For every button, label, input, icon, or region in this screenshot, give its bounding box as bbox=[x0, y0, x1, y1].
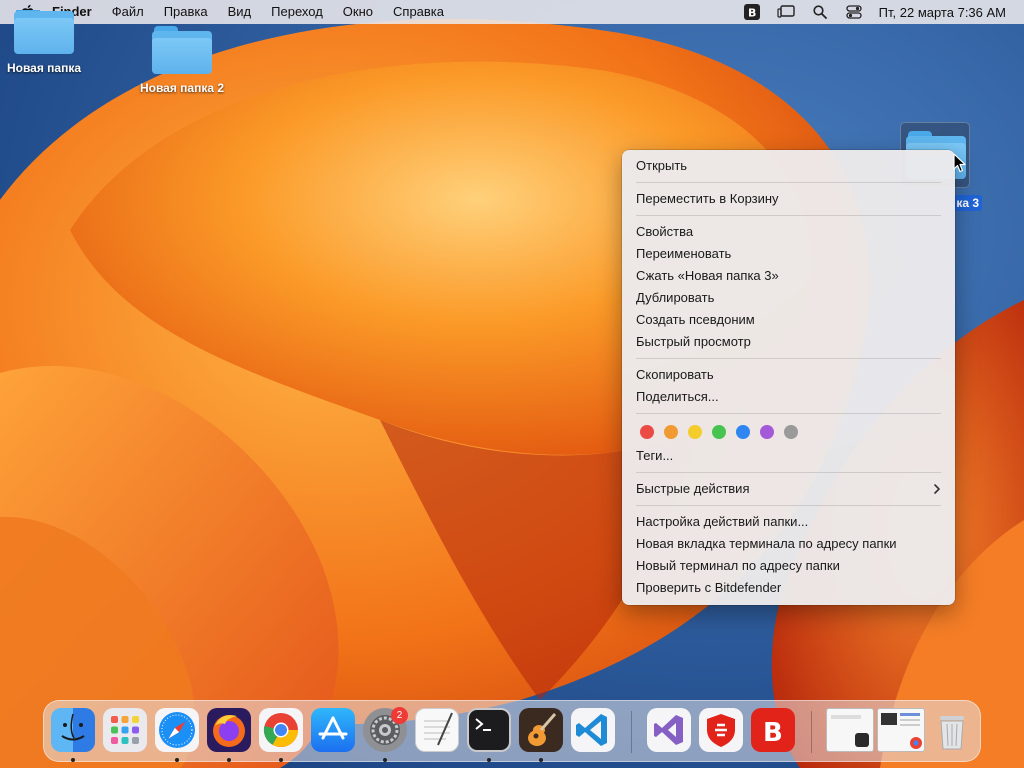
menu-separator bbox=[636, 472, 941, 473]
menu-bar: Finder Файл Правка Вид Переход Окно Спра… bbox=[0, 0, 1024, 24]
menu-item-new-terminal-tab[interactable]: Новая вкладка терминала по адресу папки bbox=[622, 533, 955, 555]
menu-item-new-terminal[interactable]: Новый терминал по адресу папки bbox=[622, 555, 955, 577]
svg-text:B: B bbox=[763, 718, 783, 748]
menu-item-share[interactable]: Поделиться... bbox=[622, 386, 955, 408]
app-store-icon[interactable] bbox=[311, 708, 355, 752]
desktop-folder-new-folder[interactable]: Новая папка bbox=[0, 10, 99, 77]
tag-blue-dot[interactable] bbox=[736, 425, 750, 439]
firefox-icon[interactable] bbox=[207, 708, 251, 752]
minimized-chrome-window-icon[interactable] bbox=[877, 708, 925, 752]
menu-item-scan-bitdefender[interactable]: Проверить с Bitdefender bbox=[622, 577, 955, 599]
menu-edit[interactable]: Правка bbox=[154, 0, 218, 24]
folder-label: Новая папка bbox=[6, 61, 82, 75]
menu-view[interactable]: Вид bbox=[218, 0, 262, 24]
menu-item-rename[interactable]: Переименовать bbox=[622, 243, 955, 265]
menu-item-quick-actions[interactable]: Быстрые действия bbox=[622, 478, 955, 500]
running-indicator bbox=[175, 758, 179, 762]
mouse-cursor-icon bbox=[953, 153, 966, 173]
menu-item-tags[interactable]: Теги... bbox=[622, 445, 955, 467]
minimized-window-icon[interactable] bbox=[826, 708, 874, 752]
bitdefender-status-icon[interactable]: B bbox=[735, 0, 769, 24]
running-indicator bbox=[227, 758, 231, 762]
running-indicator bbox=[279, 758, 283, 762]
terminal-icon[interactable] bbox=[467, 708, 511, 752]
tag-red-dot[interactable] bbox=[640, 425, 654, 439]
menu-separator bbox=[636, 413, 941, 414]
svg-text:B: B bbox=[748, 7, 756, 20]
trash-icon[interactable] bbox=[930, 708, 974, 752]
notification-badge: 2 bbox=[391, 707, 408, 724]
spotlight-search-icon[interactable] bbox=[803, 0, 837, 24]
chrome-icon[interactable] bbox=[259, 708, 303, 752]
dock-divider bbox=[811, 711, 812, 753]
running-indicator bbox=[383, 758, 387, 762]
menu-separator bbox=[636, 182, 941, 183]
menu-bar-clock[interactable]: Пт, 22 марта 7:36 AM bbox=[871, 5, 1024, 20]
context-menu: Открыть Переместить в Корзину Свойства П… bbox=[622, 150, 955, 605]
menu-item-quick-look[interactable]: Быстрый просмотр bbox=[622, 331, 955, 353]
folder-icon bbox=[152, 26, 212, 74]
tag-yellow-dot[interactable] bbox=[688, 425, 702, 439]
tag-gray-dot[interactable] bbox=[784, 425, 798, 439]
safari-icon[interactable] bbox=[155, 708, 199, 752]
menu-item-copy[interactable]: Скопировать bbox=[622, 364, 955, 386]
menu-item-open[interactable]: Открыть bbox=[622, 155, 955, 177]
chevron-right-icon bbox=[934, 484, 940, 494]
finder-icon[interactable] bbox=[51, 708, 95, 752]
running-indicator bbox=[71, 758, 75, 762]
menu-separator bbox=[636, 358, 941, 359]
launchpad-icon[interactable] bbox=[103, 708, 147, 752]
garageband-icon[interactable] bbox=[519, 708, 563, 752]
dock-divider bbox=[631, 711, 632, 753]
running-indicator bbox=[487, 758, 491, 762]
tag-color-row bbox=[622, 419, 955, 445]
menu-item-make-alias[interactable]: Создать псевдоним bbox=[622, 309, 955, 331]
tag-orange-dot[interactable] bbox=[664, 425, 678, 439]
menu-window[interactable]: Окно bbox=[333, 0, 383, 24]
visual-studio-icon[interactable] bbox=[647, 708, 691, 752]
vscode-icon[interactable] bbox=[571, 708, 615, 752]
folder-label: Новая папка 2 bbox=[139, 81, 225, 95]
running-indicator bbox=[539, 758, 543, 762]
menu-item-label: Быстрые действия bbox=[636, 481, 750, 496]
tag-green-dot[interactable] bbox=[712, 425, 726, 439]
desktop-folder-new-folder-2[interactable]: Новая папка 2 bbox=[127, 26, 237, 97]
dock: 2 B bbox=[43, 700, 981, 762]
menu-file[interactable]: Файл bbox=[102, 0, 154, 24]
menu-separator bbox=[636, 505, 941, 506]
menu-item-get-info[interactable]: Свойства bbox=[622, 221, 955, 243]
menu-separator bbox=[636, 215, 941, 216]
stage-manager-icon[interactable] bbox=[769, 0, 803, 24]
menu-item-move-to-trash[interactable]: Переместить в Корзину bbox=[622, 188, 955, 210]
menu-item-duplicate[interactable]: Дублировать bbox=[622, 287, 955, 309]
menu-go[interactable]: Переход bbox=[261, 0, 333, 24]
control-center-icon[interactable] bbox=[837, 0, 871, 24]
bitdefender-shield-icon[interactable] bbox=[699, 708, 743, 752]
tag-purple-dot[interactable] bbox=[760, 425, 774, 439]
menu-help[interactable]: Справка bbox=[383, 0, 454, 24]
bitdefender-icon[interactable]: B bbox=[751, 708, 795, 752]
menu-item-compress[interactable]: Сжать «Новая папка 3» bbox=[622, 265, 955, 287]
textedit-icon[interactable] bbox=[415, 708, 459, 752]
folder-icon bbox=[14, 10, 74, 54]
menu-item-folder-actions-setup[interactable]: Настройка действий папки... bbox=[622, 511, 955, 533]
